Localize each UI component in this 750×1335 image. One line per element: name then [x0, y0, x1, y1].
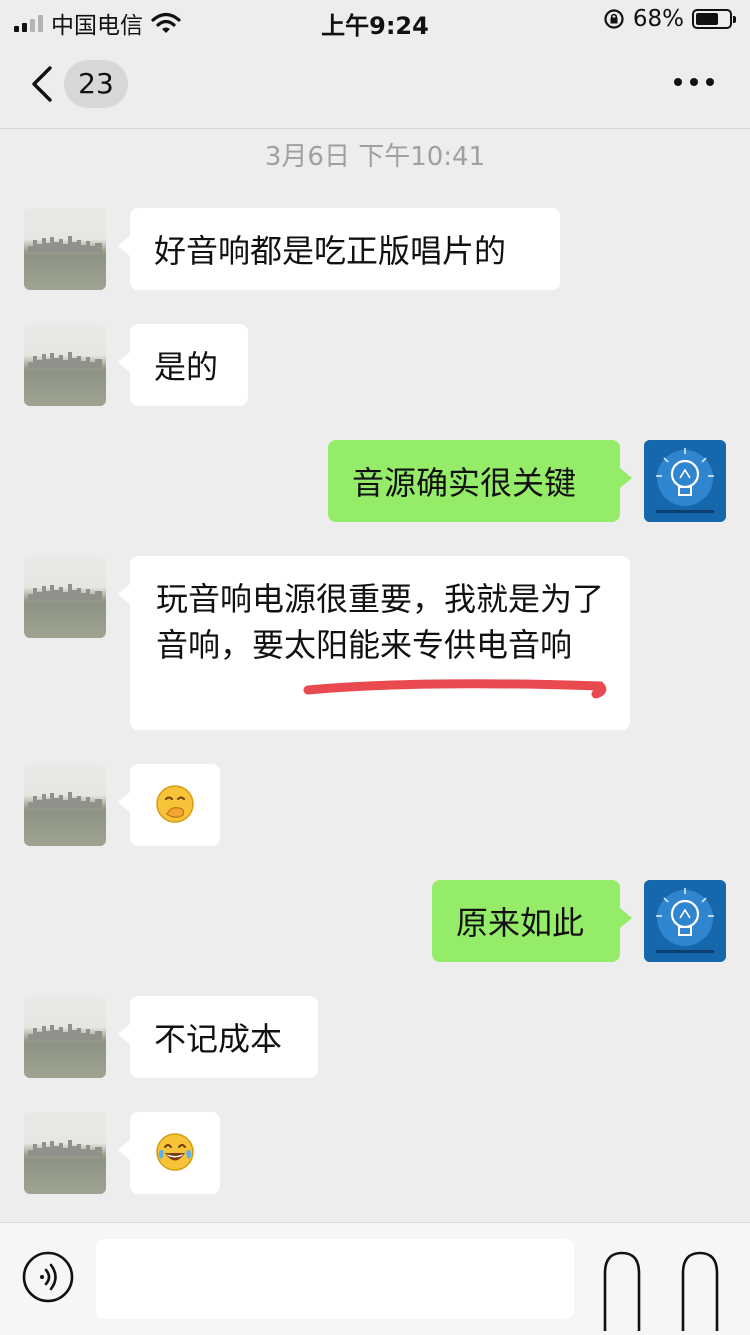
skyline-image [28, 1024, 102, 1040]
message-bubble[interactable]: 是的 [118, 324, 248, 406]
contact-avatar[interactable] [24, 764, 106, 846]
plus-icon[interactable] [680, 1251, 720, 1331]
message-bubble[interactable]: 玩音响电源很重要，我就是为了音响，要太阳能来专供电音响 [118, 556, 630, 730]
red-underline-annotation [303, 679, 607, 699]
lightbulb-logo-icon[interactable] [644, 880, 726, 962]
chat-header: 23 [0, 40, 750, 129]
hand-over-mouth-emoji [156, 785, 194, 823]
self-avatar-image [644, 880, 726, 962]
more-dots-icon[interactable] [674, 78, 714, 86]
skyline-image [28, 792, 102, 808]
battery-level [696, 13, 718, 25]
message-bubble[interactable]: 原来如此 [432, 880, 632, 962]
message-bubble[interactable]: 不记成本 [118, 996, 318, 1078]
skyline-image [28, 584, 102, 600]
lightbulb-logo-icon[interactable] [644, 440, 726, 522]
skyline-image [28, 236, 102, 252]
contact-avatar[interactable] [24, 556, 106, 638]
message-input[interactable] [96, 1239, 574, 1319]
message-bubble[interactable]: 好音响都是吃正版唱片的 [118, 208, 560, 290]
tears-of-joy-emoji [156, 1133, 194, 1171]
contact-avatar[interactable] [24, 208, 106, 290]
voice-icon[interactable] [22, 1251, 74, 1303]
skyline-image [28, 352, 102, 368]
message-timestamp: 3月6日 下午10:41 [264, 142, 486, 172]
self-avatar-image [644, 440, 726, 522]
message-bubble[interactable] [118, 764, 220, 846]
emoji-icon[interactable] [602, 1251, 642, 1331]
message-bubble[interactable]: 音源确实很关键 [328, 440, 632, 522]
status-bar: 中国电信 上午9:24 68% [0, 0, 750, 40]
rotation-lock-icon [604, 9, 624, 29]
battery-percent: 68% [632, 6, 684, 32]
status-right: 68% [603, 6, 736, 32]
chat-title [0, 54, 750, 74]
battery-icon [692, 9, 736, 29]
contact-avatar[interactable] [24, 996, 106, 1078]
contact-avatar[interactable] [24, 324, 106, 406]
skyline-image [28, 1140, 102, 1156]
contact-avatar[interactable] [24, 1112, 106, 1194]
chat-input-bar [0, 1222, 750, 1335]
message-bubble[interactable] [118, 1112, 220, 1194]
